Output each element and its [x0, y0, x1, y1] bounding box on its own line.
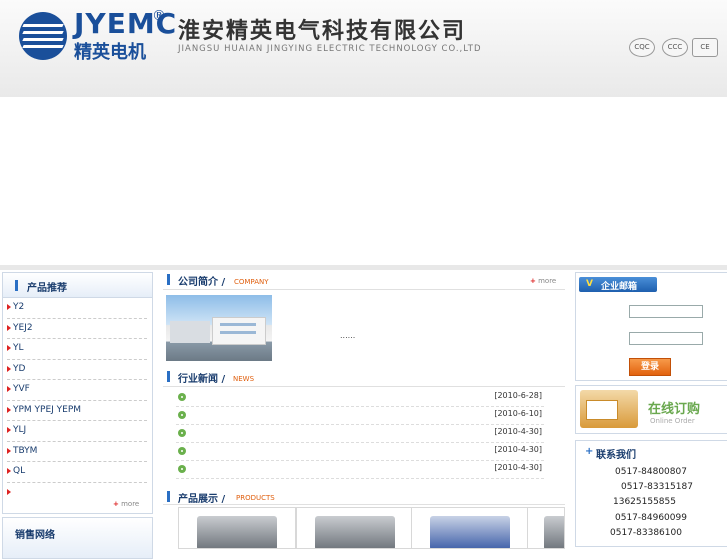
phone-number: 13625155855	[613, 497, 676, 507]
phone-number: 0517-83315187	[621, 482, 693, 492]
products-show-title: 产品展示 /	[178, 494, 226, 505]
product-recommend-box: 产品推荐 Y2 YEJ2 YL YD YVF YPM YPEJ YEPM YLJ…	[2, 272, 153, 514]
news-item[interactable]: [2010-6-10]	[176, 406, 544, 425]
product-list: Y2 YEJ2 YL YD YVF YPM YPEJ YEPM YLJ TBYM…	[3, 298, 152, 502]
phone-number: 0517-83386100	[610, 528, 682, 538]
company-photo[interactable]	[166, 295, 272, 361]
company-intro-title: 公司简介 /	[178, 277, 226, 288]
site-header: JYEMC ® 精英电机 淮安精英电气科技有限公司 JIANGSU HUAIAN…	[0, 0, 727, 98]
news-item[interactable]: [2010-6-28]	[176, 388, 544, 407]
phone-number: 0517-84800807	[615, 467, 687, 477]
divider	[163, 289, 565, 290]
product-item[interactable]: QL	[7, 462, 147, 483]
product-thumbnail[interactable]	[296, 507, 414, 549]
arrow-icon	[7, 365, 11, 372]
email-box-title: 企业邮箱	[601, 282, 638, 292]
divider-bar	[0, 265, 727, 270]
product-item[interactable]: YPM YPEJ YEPM	[7, 401, 147, 421]
bullet-icon	[178, 465, 186, 473]
arrow-icon	[7, 304, 11, 310]
bullet-icon	[178, 429, 186, 437]
phone-number: 0517-84960099	[615, 513, 687, 523]
product-item[interactable]: YL	[7, 339, 147, 360]
bullet-icon	[178, 411, 186, 419]
registered-mark: ®	[152, 8, 166, 24]
arrow-icon	[7, 324, 11, 331]
online-order-title: 在线订购	[648, 402, 701, 417]
arrow-icon	[7, 488, 11, 495]
ccc-cert-icon: CCC	[662, 38, 688, 57]
divider	[163, 386, 565, 387]
cqc-cert-icon: CQC	[629, 38, 655, 57]
company-name-cn: 淮安精英电气科技有限公司	[178, 19, 467, 44]
product-item[interactable]: YD	[7, 360, 147, 380]
ce-cert-icon: CE	[692, 38, 718, 57]
arrow-icon	[7, 468, 11, 474]
company-intro-title-en: COMPANY	[234, 278, 269, 286]
product-item[interactable]: YEJ2	[7, 319, 147, 339]
arrow-icon	[7, 427, 11, 433]
email-password-input[interactable]	[629, 332, 703, 345]
company-summary: ......	[340, 331, 356, 340]
bullet-icon	[178, 447, 186, 455]
jyemc-logo-icon[interactable]	[19, 12, 67, 60]
news-title: 行业新闻 /	[178, 374, 226, 385]
product-item[interactable]: YVF	[7, 380, 147, 401]
product-thumbnail[interactable]	[411, 507, 529, 549]
arrow-icon	[7, 406, 11, 413]
v-icon: V	[586, 279, 593, 289]
section-marker-icon	[167, 491, 170, 502]
banner-area	[0, 97, 727, 265]
section-marker-icon	[167, 274, 170, 285]
logo-chinese-text: 精英电机	[74, 42, 146, 63]
news-item[interactable]: [2010-4-30]	[176, 442, 544, 461]
login-button[interactable]: 登录	[629, 358, 671, 376]
company-name-en: JIANGSU HUAIAN JINGYING ELECTRIC TECHNOL…	[178, 44, 482, 54]
product-recommend-header: 产品推荐	[3, 273, 152, 298]
email-tab: V 企业邮箱	[579, 277, 657, 292]
email-username-input[interactable]	[629, 305, 703, 318]
news-item[interactable]: [2010-4-30]	[176, 460, 544, 479]
section-marker-icon	[15, 280, 18, 291]
company-more-link[interactable]: + more	[530, 277, 556, 285]
news-item[interactable]: [2010-4-30]	[176, 424, 544, 443]
sales-network-box: 销售网络	[2, 517, 153, 559]
arrow-icon	[7, 386, 11, 392]
contact-title: 联系我们	[596, 450, 636, 461]
product-item[interactable]: Y2	[7, 298, 147, 319]
plus-icon: +	[585, 446, 594, 457]
products-show-title-en: PRODUCTS	[236, 494, 275, 502]
section-marker-icon	[167, 371, 170, 382]
email-login-box: V 企业邮箱 登录	[575, 272, 727, 381]
bullet-icon	[178, 393, 186, 401]
arrow-icon	[7, 447, 11, 454]
more-link[interactable]: + more	[113, 500, 139, 508]
news-title-en: NEWS	[233, 375, 255, 383]
product-item[interactable]: YLJ	[7, 421, 147, 442]
arrow-icon	[7, 345, 11, 351]
product-thumbnail[interactable]	[527, 507, 565, 549]
product-thumbnail[interactable]	[178, 507, 296, 549]
online-order-banner[interactable]: 在线订购 Online Order	[575, 385, 727, 434]
divider	[163, 504, 565, 505]
order-icon	[580, 390, 638, 428]
product-item[interactable]: TBYM	[7, 442, 147, 462]
contact-box: + 联系我们 0517-84800807 0517-83315187 13625…	[575, 440, 727, 547]
online-order-subtitle: Online Order	[650, 417, 695, 425]
sales-network-title[interactable]: 销售网络	[15, 526, 55, 541]
product-recommend-title: 产品推荐	[27, 283, 67, 294]
